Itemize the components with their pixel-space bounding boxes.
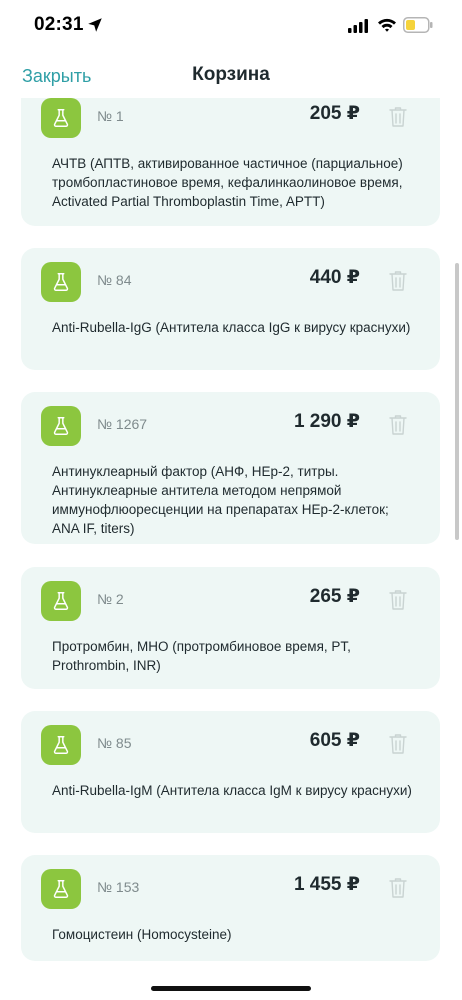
cart-item: № 153 1 455 ₽ Гомоцистеин (Homocysteine) <box>21 855 440 961</box>
flask-icon <box>41 406 81 446</box>
status-time: 02:31 <box>34 14 84 35</box>
trash-icon <box>389 415 407 435</box>
item-price: 605 ₽ <box>309 730 360 751</box>
flask-icon <box>41 725 81 765</box>
delete-item-button[interactable] <box>389 270 407 292</box>
item-number: № 84 <box>97 272 132 288</box>
item-price: 440 ₽ <box>309 267 360 288</box>
trash-icon <box>389 107 407 127</box>
status-bar: 02:31 <box>0 0 462 50</box>
flask-icon <box>41 262 81 302</box>
cart-list[interactable]: № 1 205 ₽ АЧТВ (АПТВ, активированное час… <box>0 98 462 1000</box>
delete-item-button[interactable] <box>389 589 407 611</box>
item-description: АЧТВ (АПТВ, активированное частичное (па… <box>52 156 403 209</box>
item-description: Антинуклеарный фактор (АНФ, HEp-2, титры… <box>52 464 389 536</box>
item-number: № 85 <box>97 735 132 751</box>
delete-item-button[interactable] <box>389 877 407 899</box>
item-number: № 153 <box>97 879 140 895</box>
cart-item: № 1 205 ₽ АЧТВ (АПТВ, активированное час… <box>21 98 440 226</box>
trash-icon <box>389 271 407 291</box>
navigation-bar: Закрыть Корзина <box>0 52 462 98</box>
item-number: № 2 <box>97 591 124 607</box>
trash-icon <box>389 590 407 610</box>
flask-icon <box>41 869 81 909</box>
item-description: Anti-Rubella-IgG (Антитела класса IgG к … <box>52 320 411 335</box>
page-title: Корзина <box>192 64 270 85</box>
item-description: Гомоцистеин (Homocysteine) <box>52 927 232 942</box>
cart-item: № 85 605 ₽ Anti-Rubella-IgM (Антитела кл… <box>21 711 440 833</box>
location-arrow-icon <box>88 18 102 32</box>
item-price: 205 ₽ <box>309 103 360 124</box>
cellular-signal-icon <box>348 19 368 33</box>
home-indicator[interactable] <box>151 986 311 991</box>
cart-item: № 84 440 ₽ Anti-Rubella-IgG (Антитела кл… <box>21 248 440 370</box>
item-price: 265 ₽ <box>309 586 360 607</box>
item-description: Протромбин, МНО (протромбиновое время, P… <box>52 639 351 673</box>
trash-icon <box>389 734 407 754</box>
item-price: 1 290 ₽ <box>293 411 360 432</box>
item-number: № 1267 <box>97 416 148 432</box>
item-price: 1 455 ₽ <box>293 874 360 895</box>
item-number: № 1 <box>97 108 124 124</box>
delete-item-button[interactable] <box>389 414 407 436</box>
delete-item-button[interactable] <box>389 106 407 128</box>
delete-item-button[interactable] <box>389 733 407 755</box>
item-description: Anti-Rubella-IgM (Антитела класса IgM к … <box>52 783 412 798</box>
cart-item: № 2 265 ₽ Протромбин, МНО (протромбиново… <box>21 567 440 689</box>
cart-item: № 1267 1 290 ₽ Антинуклеарный фактор (АН… <box>21 392 440 544</box>
flask-icon <box>41 98 81 138</box>
flask-icon <box>41 581 81 621</box>
battery-icon <box>403 17 433 33</box>
screen: 02:31 Закрыть Корзина № 1 205 ₽ АЧТВ (АП… <box>0 0 462 1000</box>
scroll-indicator[interactable] <box>455 263 459 540</box>
trash-icon <box>389 878 407 898</box>
wifi-icon <box>378 18 396 32</box>
